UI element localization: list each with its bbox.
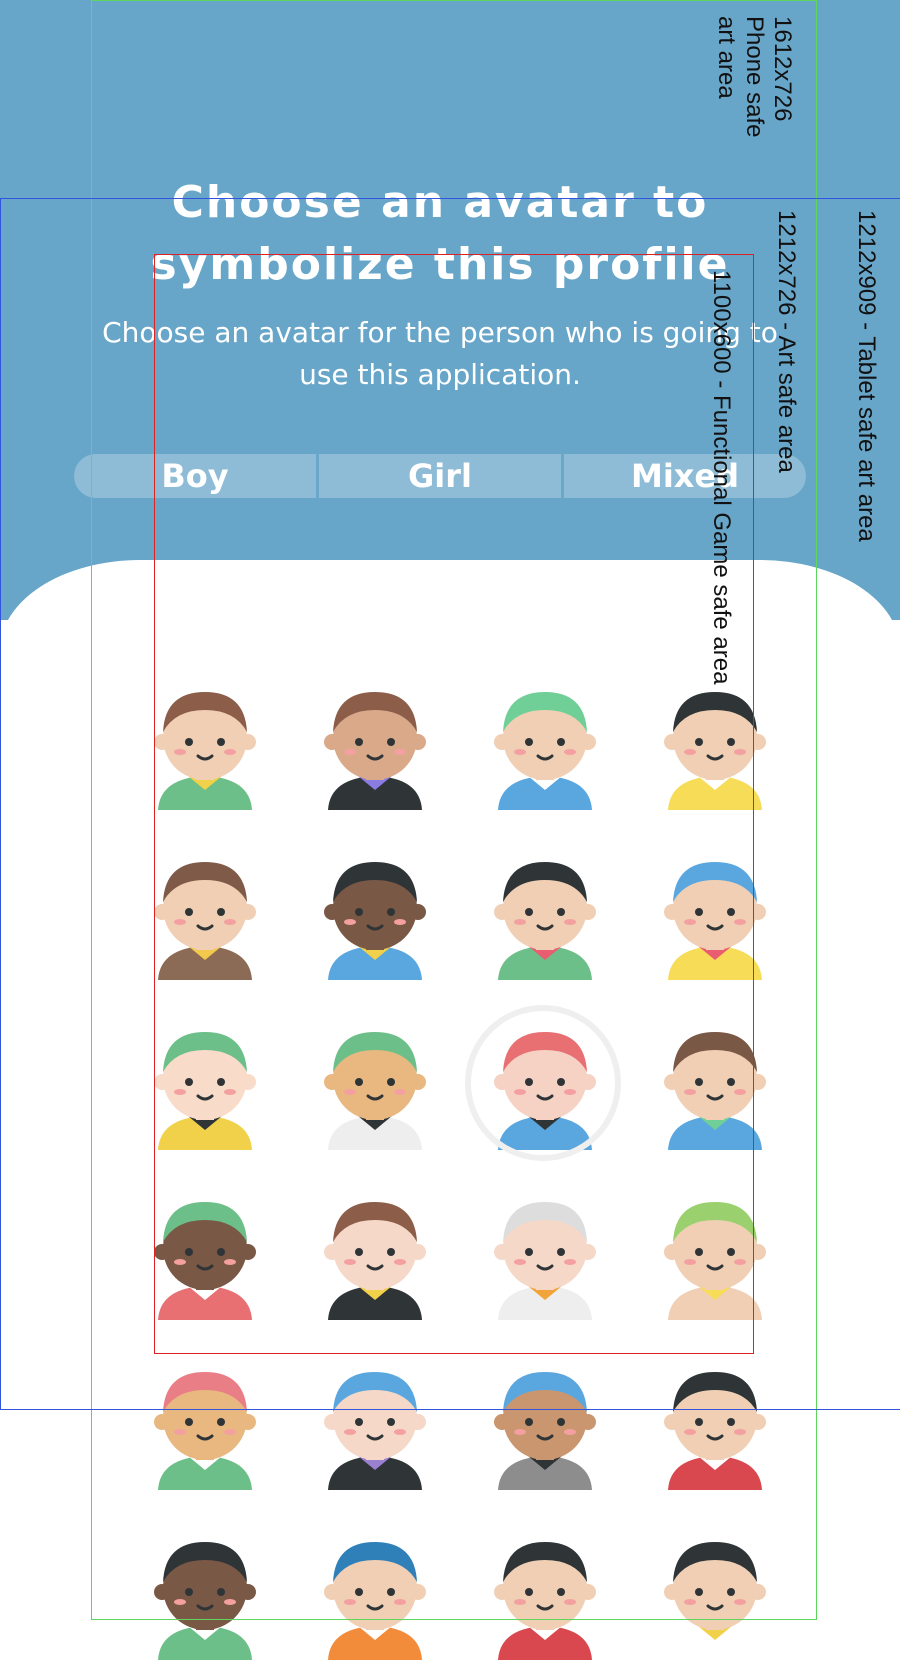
functional-safe-area-label: 1100x600 - Functional Game safe area: [708, 270, 735, 685]
tablet-safe-area-label: 1212x909 - Tablet safe art area: [853, 210, 880, 542]
avatar-selection-screen: Choose an avatar to symbolize this profi…: [0, 0, 900, 1660]
art-safe-area-label: 1212x726 - Art safe area: [773, 210, 800, 473]
phone-safe-area-label: 1612x726 Phone safe art area: [713, 16, 796, 138]
functional-safe-area-outline: [154, 254, 754, 1354]
